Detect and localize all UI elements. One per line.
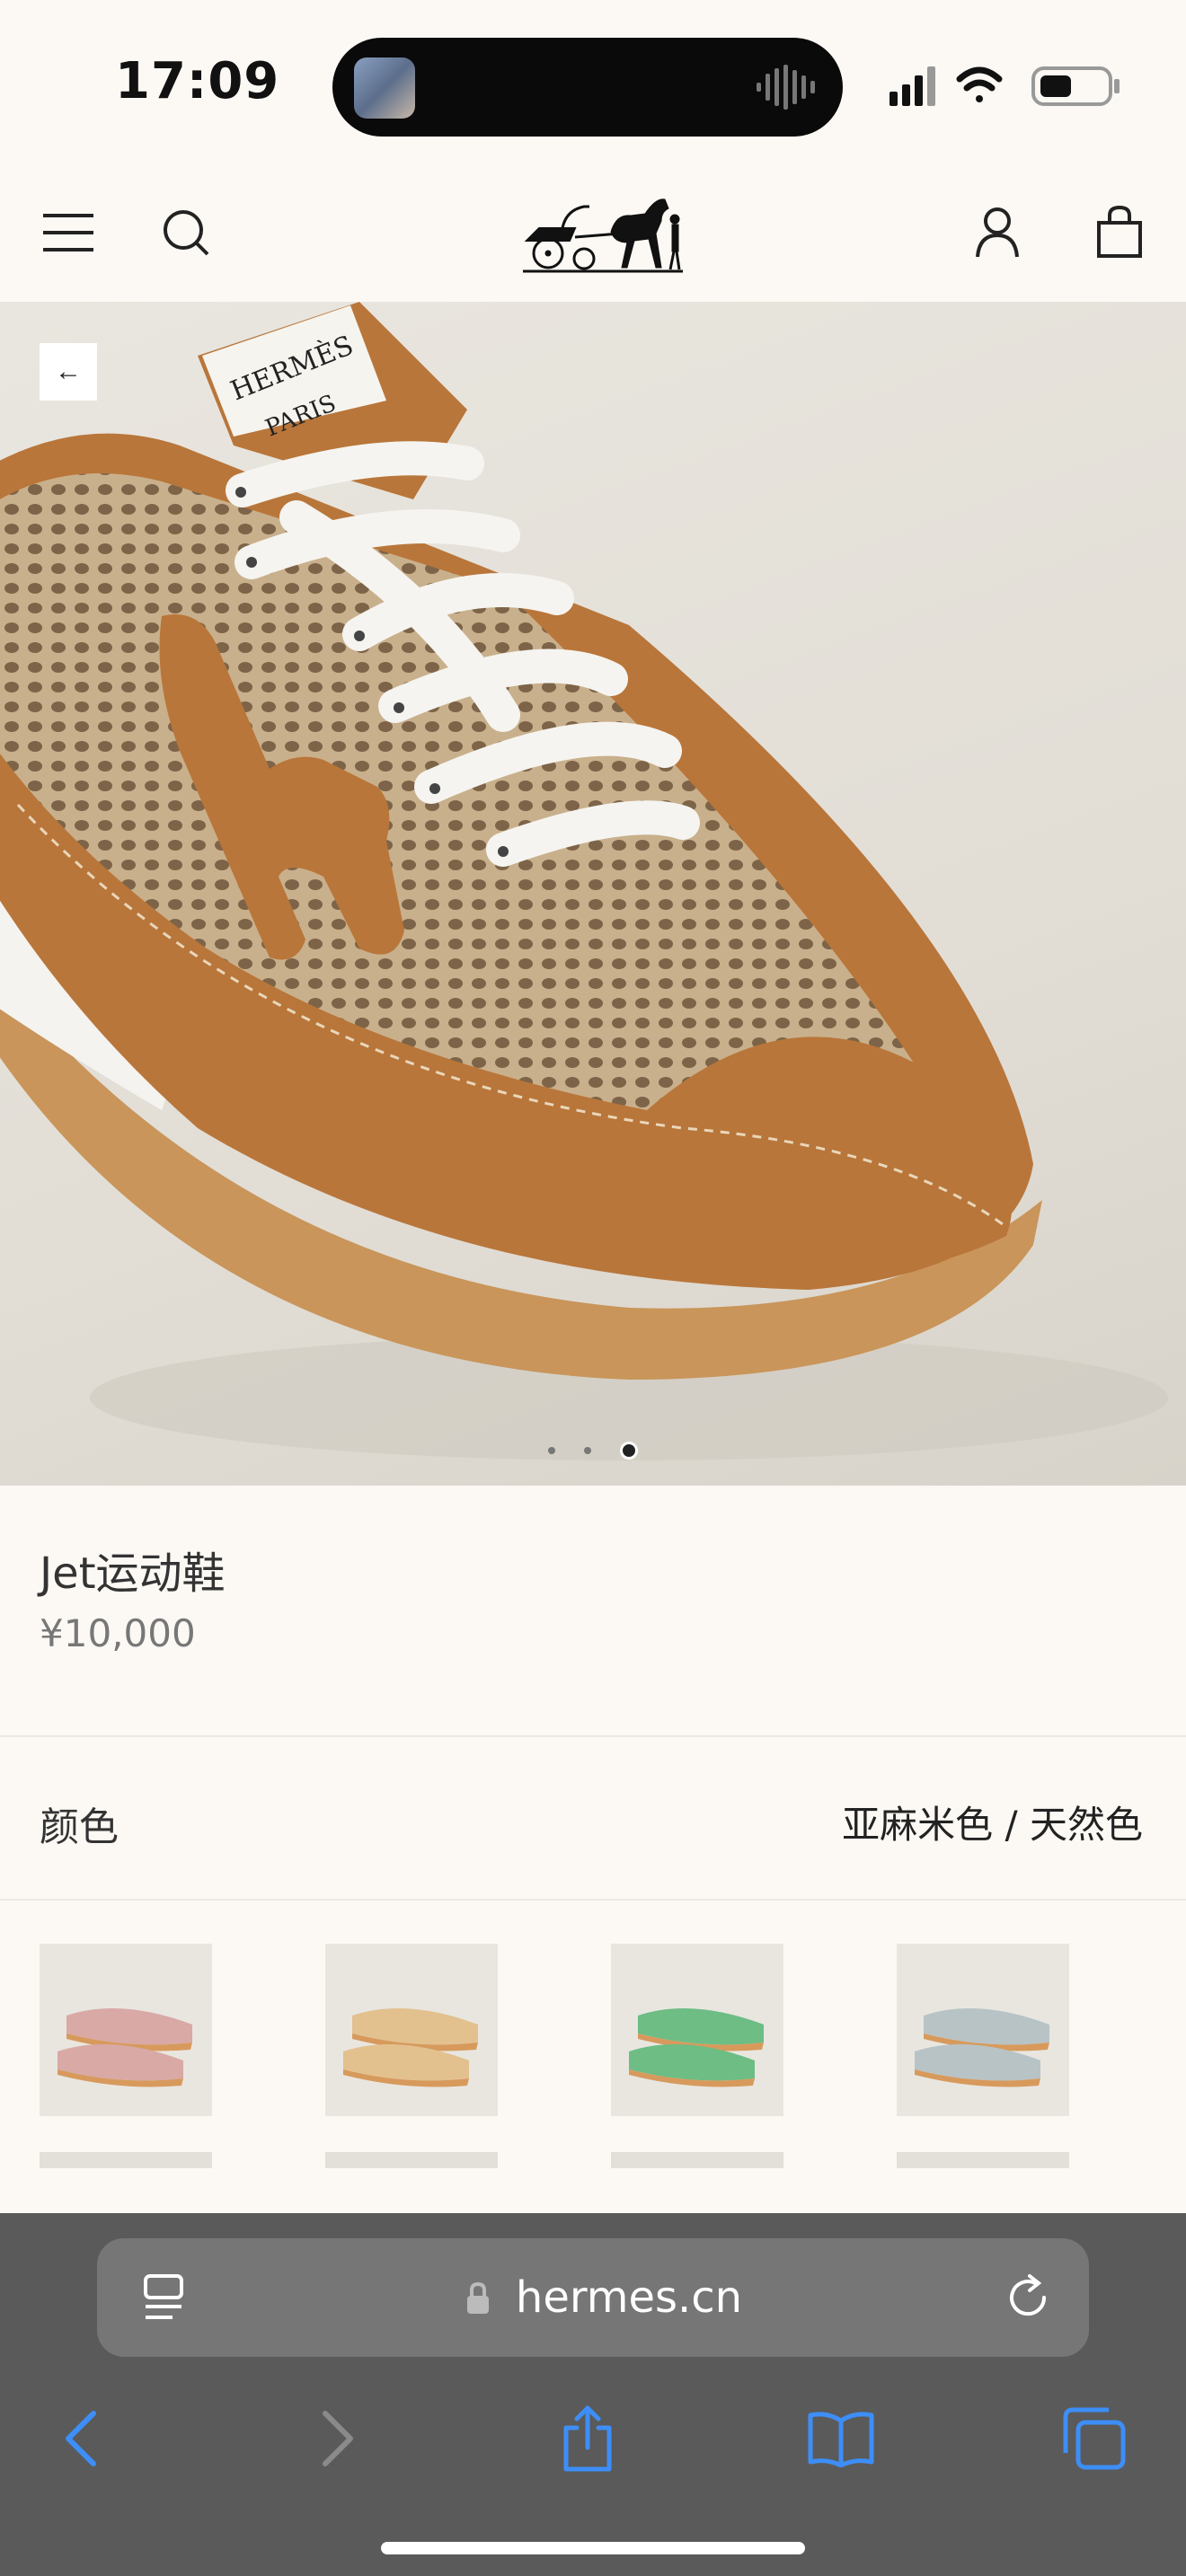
color-swatch-green[interactable]: [611, 1944, 783, 2116]
status-icons: [890, 66, 1120, 106]
site-header: [0, 171, 1186, 302]
product-name: Jet运动鞋: [40, 1548, 226, 1599]
search-icon[interactable]: [162, 208, 210, 257]
sneaker-thumbnail: [343, 2008, 478, 2087]
user-icon[interactable]: [976, 207, 1019, 259]
selected-color: 亚麻米色 / 天然色: [842, 1803, 1143, 1847]
color-swatch-grey[interactable]: [897, 1944, 1069, 2116]
dynamic-island[interactable]: [332, 38, 843, 137]
browser-toolbar: hermes.cn: [0, 2213, 1186, 2576]
color-swatch-row2[interactable]: [897, 2152, 1069, 2168]
share-icon[interactable]: [534, 2389, 642, 2488]
status-time: 17:09: [115, 52, 280, 110]
cellular-signal-icon: [890, 66, 935, 106]
product-price: ¥10,000: [40, 1611, 196, 1655]
back-chevron-icon[interactable]: [27, 2389, 135, 2488]
carousel-dot[interactable]: [548, 1446, 555, 1454]
now-playing-artwork: [354, 57, 415, 119]
back-button[interactable]: ←: [40, 343, 97, 401]
status-bar: 17:09: [0, 0, 1186, 171]
color-swatch-row2[interactable]: [40, 2152, 212, 2168]
sneaker-thumbnail: [58, 2008, 192, 2087]
sneaker-thumbnail: [629, 2008, 764, 2087]
product-image-carousel[interactable]: HERMÈS PARIS ←: [0, 302, 1186, 1486]
carousel-dot[interactable]: [584, 1446, 591, 1454]
url-text: hermes.cn: [515, 2272, 743, 2323]
bookmarks-icon[interactable]: [787, 2389, 895, 2488]
color-selector-row[interactable]: 颜色 亚麻米色 / 天然色: [0, 1737, 1186, 1901]
address-bar[interactable]: hermes.cn: [97, 2238, 1089, 2357]
sneaker-thumbnail: [915, 2008, 1049, 2087]
home-indicator: [381, 2542, 805, 2554]
color-swatch-grid: [0, 1899, 1186, 2168]
color-swatch-row2[interactable]: [611, 2152, 783, 2168]
product-info: Jet运动鞋 ¥10,000: [0, 1486, 1186, 1737]
wifi-icon: [956, 66, 1003, 102]
hermes-carriage-logo[interactable]: [521, 189, 685, 275]
sneaker-image: HERMÈS PARIS: [0, 302, 1168, 1460]
carousel-dot-active[interactable]: [620, 1441, 638, 1460]
forward-chevron-icon[interactable]: [284, 2389, 392, 2488]
color-label: 颜色: [40, 1804, 119, 1850]
carousel-pagination: [0, 1441, 1186, 1468]
audio-waveform-icon: [757, 65, 815, 110]
battery-icon: [1031, 66, 1120, 106]
color-swatch-pink[interactable]: [40, 1944, 212, 2116]
tabs-icon[interactable]: [1040, 2389, 1148, 2488]
color-swatch-row2[interactable]: [325, 2152, 498, 2168]
hamburger-menu-icon[interactable]: [43, 212, 93, 253]
color-swatch-beige[interactable]: [325, 1944, 498, 2116]
reload-icon[interactable]: [1003, 2272, 1053, 2323]
shopping-bag-icon[interactable]: [1096, 205, 1143, 259]
